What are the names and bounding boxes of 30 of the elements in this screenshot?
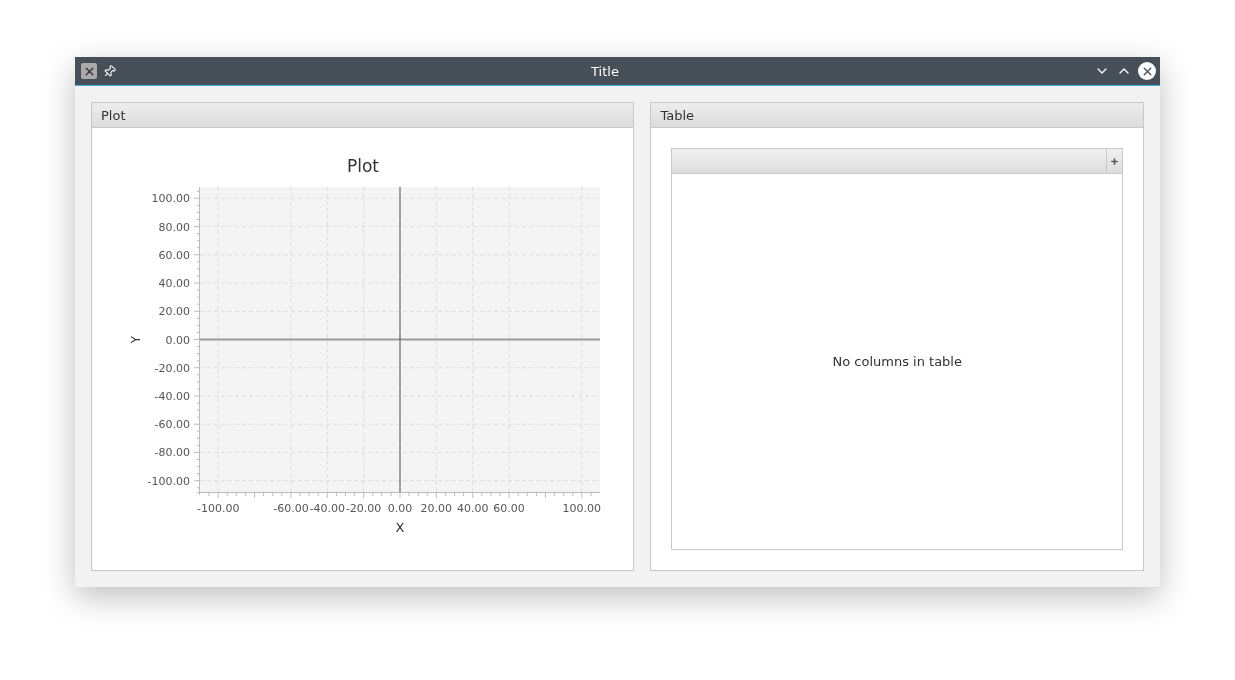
tick-label: 20.00 bbox=[420, 502, 453, 515]
tick-label: -100.00 bbox=[147, 474, 190, 488]
close-button[interactable] bbox=[1138, 62, 1156, 80]
tick-label: -60.00 bbox=[154, 418, 190, 432]
tick-label: 60.00 bbox=[158, 248, 190, 262]
tick-label: 100.00 bbox=[562, 502, 602, 515]
tick-label: -20.00 bbox=[154, 361, 190, 375]
tick-label: -100.00 bbox=[196, 502, 240, 515]
empty-table-message: No columns in table bbox=[832, 354, 962, 369]
tick-label: 40.00 bbox=[457, 502, 489, 515]
tick-label: 0.00 bbox=[165, 333, 190, 347]
tick-label: -40.00 bbox=[154, 390, 190, 403]
tick-label: 0.00 bbox=[387, 502, 413, 515]
tick-label: -20.00 bbox=[345, 502, 382, 515]
tick-label: -40.00 bbox=[309, 502, 345, 515]
app-icon bbox=[81, 63, 97, 79]
tick-label: 20.00 bbox=[158, 305, 190, 319]
panel-header: Table bbox=[651, 103, 1143, 128]
tick-label: 60.00 bbox=[493, 502, 525, 515]
panel-header: Plot bbox=[92, 103, 634, 128]
tick-label: 100.00 bbox=[151, 192, 190, 206]
window-title: Title bbox=[590, 63, 620, 79]
chart-title: Plot bbox=[347, 156, 379, 176]
tick-label: -60.00 bbox=[273, 502, 309, 515]
axis-label: X bbox=[395, 520, 405, 535]
axis-label: Y bbox=[129, 335, 143, 344]
plus-icon bbox=[1110, 156, 1119, 166]
tick-label: 40.00 bbox=[158, 277, 190, 290]
tick-label: 80.00 bbox=[158, 220, 190, 234]
tick-label: -80.00 bbox=[154, 446, 190, 460]
